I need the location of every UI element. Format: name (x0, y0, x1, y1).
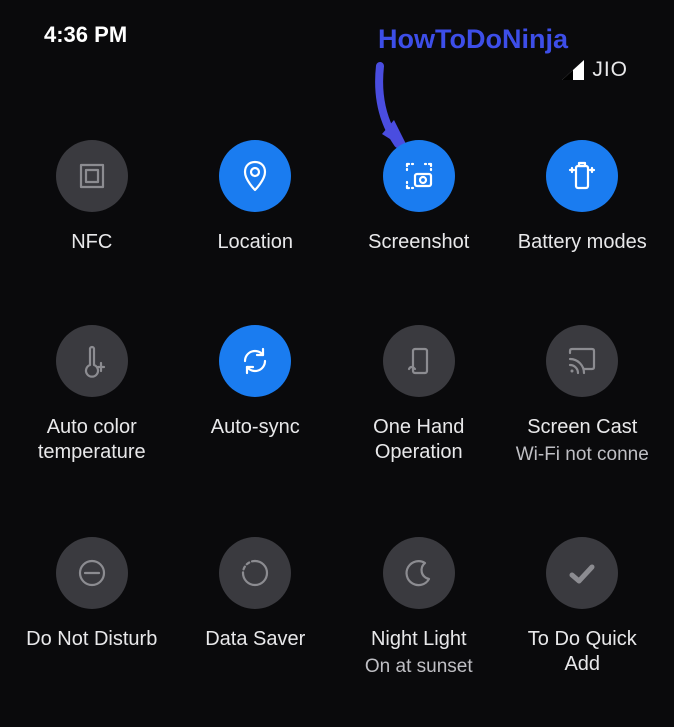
signal-icon (562, 60, 584, 80)
tile-data-saver[interactable]: Data Saver (174, 537, 338, 679)
moon-icon (383, 537, 455, 609)
tile-screenshot[interactable]: Screenshot (337, 140, 501, 255)
cast-icon (546, 325, 618, 397)
tile-label: Screenshot (368, 230, 469, 255)
clock: 4:36 PM (44, 22, 127, 48)
tiles-grid: NFC Location Screenshot (0, 120, 674, 679)
tile-nfc[interactable]: NFC (10, 140, 174, 255)
tile-do-not-disturb[interactable]: Do Not Disturb (10, 537, 174, 679)
network-status: JIO (562, 58, 628, 82)
tile-label: Auto-sync (211, 415, 300, 440)
tile-label: Auto color temperature (38, 415, 146, 465)
tile-one-hand-operation[interactable]: One Hand Operation (337, 325, 501, 467)
tile-auto-color-temperature[interactable]: Auto color temperature (10, 325, 174, 467)
tile-location[interactable]: Location (174, 140, 338, 255)
tile-label: Data Saver (205, 627, 305, 652)
tile-label: Night Light (371, 627, 467, 652)
battery-icon (546, 140, 618, 212)
one-hand-icon (383, 325, 455, 397)
tile-todo-quick-add[interactable]: To Do Quick Add (501, 537, 665, 679)
nfc-icon (56, 140, 128, 212)
tile-label: Battery modes (518, 230, 647, 255)
tile-sublabel: Wi-Fi not conne (516, 444, 649, 467)
tile-auto-sync[interactable]: Auto-sync (174, 325, 338, 467)
tile-label: One Hand Operation (373, 415, 464, 465)
thermometer-icon (56, 325, 128, 397)
status-bar: 4:36 PM (0, 22, 674, 62)
tile-night-light[interactable]: Night Light On at sunset (337, 537, 501, 679)
annotation-text: HowToDoNinja (378, 24, 568, 55)
tile-battery-modes[interactable]: Battery modes (501, 140, 665, 255)
screenshot-icon (383, 140, 455, 212)
location-icon (219, 140, 291, 212)
sync-icon (219, 325, 291, 397)
dnd-icon (56, 537, 128, 609)
tile-label: Screen Cast (527, 415, 637, 440)
tile-label: Location (217, 230, 293, 255)
data-saver-icon (219, 537, 291, 609)
quick-settings-panel: 4:36 PM JIO HowToDoNinja NFC (0, 0, 674, 727)
tile-screen-cast[interactable]: Screen Cast Wi-Fi not conne (501, 325, 665, 467)
check-icon (546, 537, 618, 609)
tile-label: Do Not Disturb (26, 627, 157, 652)
tile-label: NFC (71, 230, 112, 255)
tile-label: To Do Quick Add (528, 627, 637, 677)
carrier-label: JIO (592, 58, 628, 82)
tile-sublabel: On at sunset (365, 656, 473, 679)
